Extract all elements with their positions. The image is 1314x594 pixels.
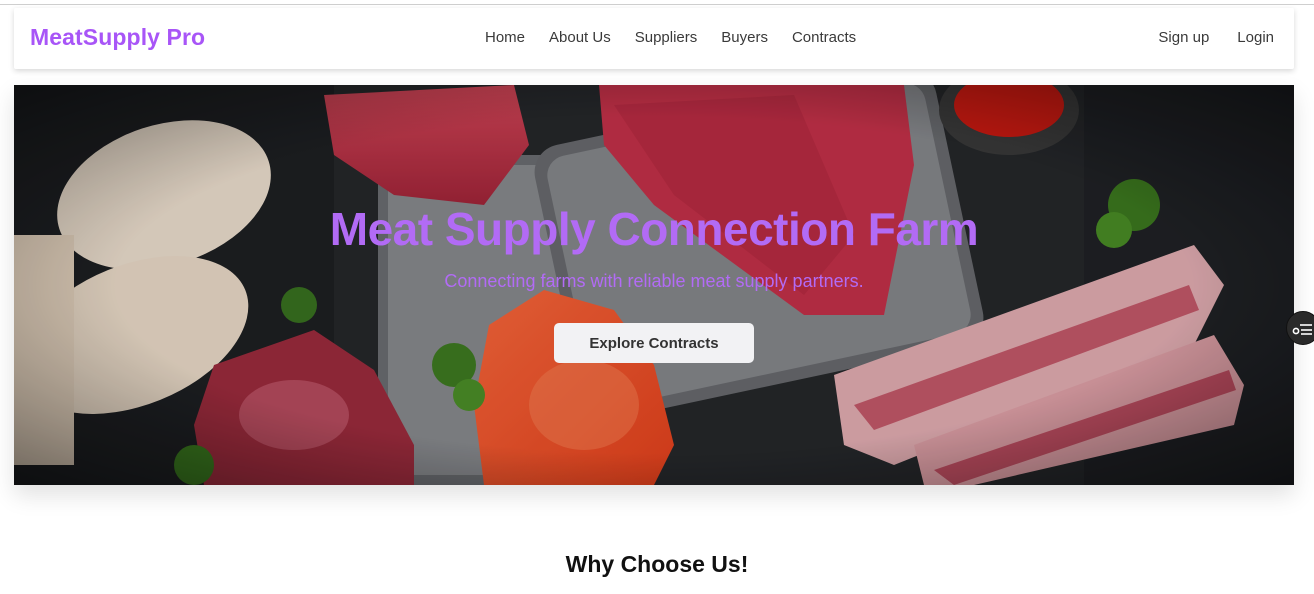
hero-subtitle: Connecting farms with reliable meat supp… xyxy=(444,271,864,291)
accessibility-widget-button[interactable] xyxy=(1286,311,1314,345)
top-divider xyxy=(0,4,1314,5)
nav-home[interactable]: Home xyxy=(485,29,525,46)
nav-about-us[interactable]: About Us xyxy=(549,29,611,46)
why-choose-us-heading: Why Choose Us! xyxy=(565,551,749,577)
brand-logo[interactable]: MeatSupply Pro xyxy=(30,24,205,51)
accessibility-menu-icon xyxy=(1292,324,1312,335)
hero-banner: Meat Supply Connection Farm Connecting f… xyxy=(14,85,1294,485)
explore-contracts-button[interactable]: Explore Contracts xyxy=(554,323,754,363)
main-nav: Home About Us Suppliers Buyers Contracts xyxy=(485,29,856,46)
hero-title: Meat Supply Connection Farm xyxy=(329,203,979,255)
navbar: MeatSupply Pro Home About Us Suppliers B… xyxy=(14,8,1294,69)
nav-buyers[interactable]: Buyers xyxy=(721,29,768,46)
nav-suppliers[interactable]: Suppliers xyxy=(635,29,698,46)
auth-links: Sign up Login xyxy=(1158,29,1274,46)
nav-contracts[interactable]: Contracts xyxy=(792,29,856,46)
login-link[interactable]: Login xyxy=(1237,29,1274,46)
signup-link[interactable]: Sign up xyxy=(1158,29,1209,46)
